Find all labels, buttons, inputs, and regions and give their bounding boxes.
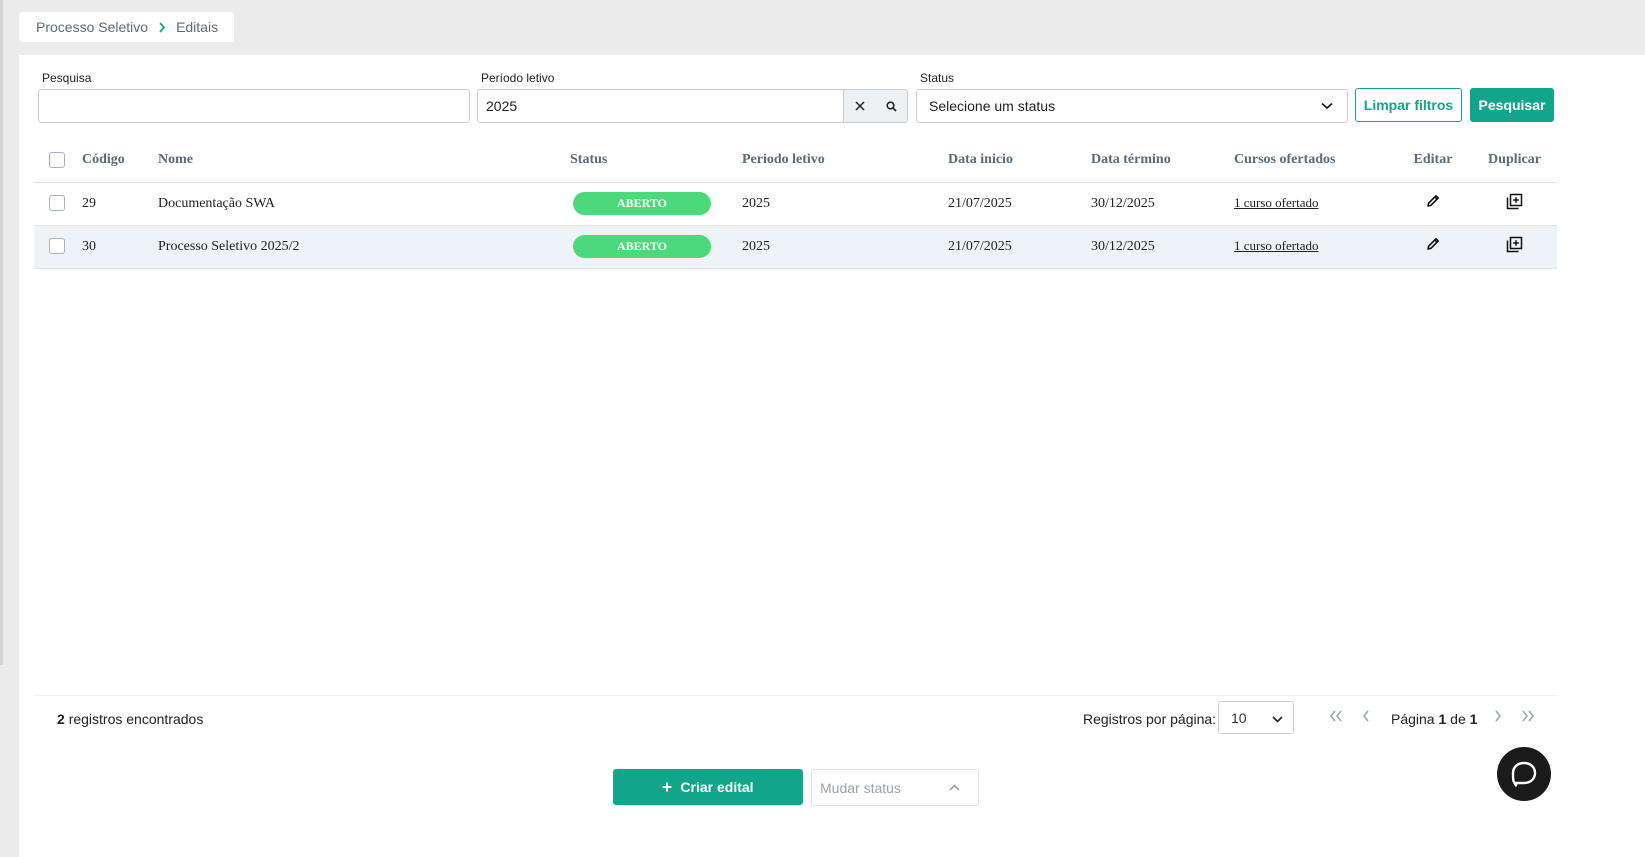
clear-icon[interactable] xyxy=(843,90,875,122)
cell-period: 2025 xyxy=(742,182,948,226)
search-label: Pesquisa xyxy=(42,71,92,85)
footer-divider xyxy=(34,695,1557,696)
header-name[interactable]: Nome xyxy=(158,138,570,183)
clear-filters-button[interactable]: Limpar filtros xyxy=(1355,88,1462,122)
status-label: Status xyxy=(920,71,955,85)
header-courses: Cursos ofertados xyxy=(1234,138,1394,183)
duplicate-icon[interactable] xyxy=(1506,193,1523,214)
prev-page-icon[interactable] xyxy=(1362,710,1370,722)
page-of: de xyxy=(1450,711,1466,727)
cell-end-date: 30/12/2025 xyxy=(1091,182,1234,226)
create-edital-label: Criar edital xyxy=(680,779,754,795)
cell-edit xyxy=(1394,182,1472,226)
chat-icon xyxy=(1510,760,1538,788)
per-page-select[interactable]: 10 xyxy=(1218,701,1294,734)
records-count: 2 registros encontrados xyxy=(57,711,203,727)
row-checkbox-cell xyxy=(34,225,82,269)
change-status-placeholder: Mudar status xyxy=(820,779,901,796)
chevron-down-icon xyxy=(1272,710,1283,726)
search-input[interactable] xyxy=(38,89,470,123)
breadcrumb: Processo Seletivo Editais xyxy=(19,12,234,42)
row-checkbox[interactable] xyxy=(49,195,65,212)
status-select-value: Selecione um status xyxy=(929,98,1056,114)
cell-name: Documentação SWA xyxy=(158,182,570,226)
table-row[interactable]: 30 Processo Seletivo 2025/2 ABERTO 2025 … xyxy=(34,225,1557,269)
per-page-value: 10 xyxy=(1231,709,1247,726)
chevron-down-icon xyxy=(1307,102,1347,110)
cell-duplicate xyxy=(1472,182,1557,226)
courses-link[interactable]: 1 curso ofertado xyxy=(1234,238,1318,253)
first-page-icon[interactable] xyxy=(1329,710,1343,722)
period-input[interactable]: 2025 xyxy=(477,89,908,123)
editais-table: Código Nome Status Periodo letivo Data i… xyxy=(34,138,1557,269)
cell-status: ABERTO xyxy=(570,182,742,226)
records-count-label: registros encontrados xyxy=(68,711,204,727)
last-page-icon[interactable] xyxy=(1521,710,1535,722)
cell-period: 2025 xyxy=(742,225,948,269)
header-code[interactable]: Código xyxy=(82,138,158,183)
header-start-date[interactable]: Data inicio xyxy=(948,138,1091,183)
cell-courses: 1 curso ofertado xyxy=(1234,182,1394,226)
duplicate-icon[interactable] xyxy=(1506,236,1523,257)
page-total: 1 xyxy=(1469,711,1478,727)
header-status[interactable]: Status xyxy=(570,138,742,183)
cell-status: ABERTO xyxy=(570,225,742,269)
editais-panel: Pesquisa Período letivo 2025 Status Sele… xyxy=(19,55,1645,857)
select-all-cell xyxy=(34,138,82,183)
row-checkbox[interactable] xyxy=(49,238,65,255)
cell-duplicate xyxy=(1472,225,1557,269)
status-badge: ABERTO xyxy=(573,192,711,215)
chevron-right-icon xyxy=(158,21,166,33)
cell-end-date: 30/12/2025 xyxy=(1091,225,1234,269)
cell-name: Processo Seletivo 2025/2 xyxy=(158,225,570,269)
select-all-checkbox[interactable] xyxy=(49,151,65,168)
cell-edit xyxy=(1394,225,1472,269)
change-status-select[interactable]: Mudar status xyxy=(811,769,979,806)
cell-start-date: 21/07/2025 xyxy=(948,225,1091,269)
records-count-number: 2 xyxy=(57,711,65,727)
header-period[interactable]: Periodo letivo xyxy=(742,138,948,183)
courses-link[interactable]: 1 curso ofertado xyxy=(1234,195,1318,210)
cell-code: 30 xyxy=(82,225,158,269)
pencil-icon[interactable] xyxy=(1425,238,1441,256)
period-input-value: 2025 xyxy=(486,98,518,114)
status-select[interactable]: Selecione um status xyxy=(916,89,1348,123)
create-edital-button[interactable]: Criar edital xyxy=(613,769,803,805)
pencil-icon[interactable] xyxy=(1425,195,1441,213)
cell-code: 29 xyxy=(82,182,158,226)
search-icon[interactable] xyxy=(875,90,907,122)
breadcrumb-current: Editais xyxy=(176,19,219,35)
page-current: 1 xyxy=(1438,711,1447,727)
plus-icon xyxy=(662,782,672,792)
per-page-label: Registros por página: xyxy=(1083,711,1217,727)
table-row[interactable]: 29 Documentação SWA ABERTO 2025 21/07/20… xyxy=(34,182,1557,226)
cell-courses: 1 curso ofertado xyxy=(1234,225,1394,269)
cell-start-date: 21/07/2025 xyxy=(948,182,1091,226)
period-label: Período letivo xyxy=(481,71,555,85)
status-badge: ABERTO xyxy=(573,235,711,258)
header-end-date[interactable]: Data término xyxy=(1091,138,1234,183)
breadcrumb-parent[interactable]: Processo Seletivo xyxy=(36,19,148,35)
search-button[interactable]: Pesquisar xyxy=(1470,88,1554,122)
header-edit: Editar xyxy=(1394,138,1472,183)
table-header-row: Código Nome Status Periodo letivo Data i… xyxy=(34,138,1557,183)
row-checkbox-cell xyxy=(34,182,82,226)
chat-button[interactable] xyxy=(1497,747,1551,801)
page-left-edge xyxy=(0,0,3,665)
header-duplicate: Duplicar xyxy=(1472,138,1557,183)
chevron-up-icon xyxy=(949,784,960,791)
next-page-icon[interactable] xyxy=(1494,710,1502,722)
page-prefix: Página xyxy=(1391,711,1435,727)
page-indicator: Página 1 de 1 xyxy=(1391,711,1477,727)
